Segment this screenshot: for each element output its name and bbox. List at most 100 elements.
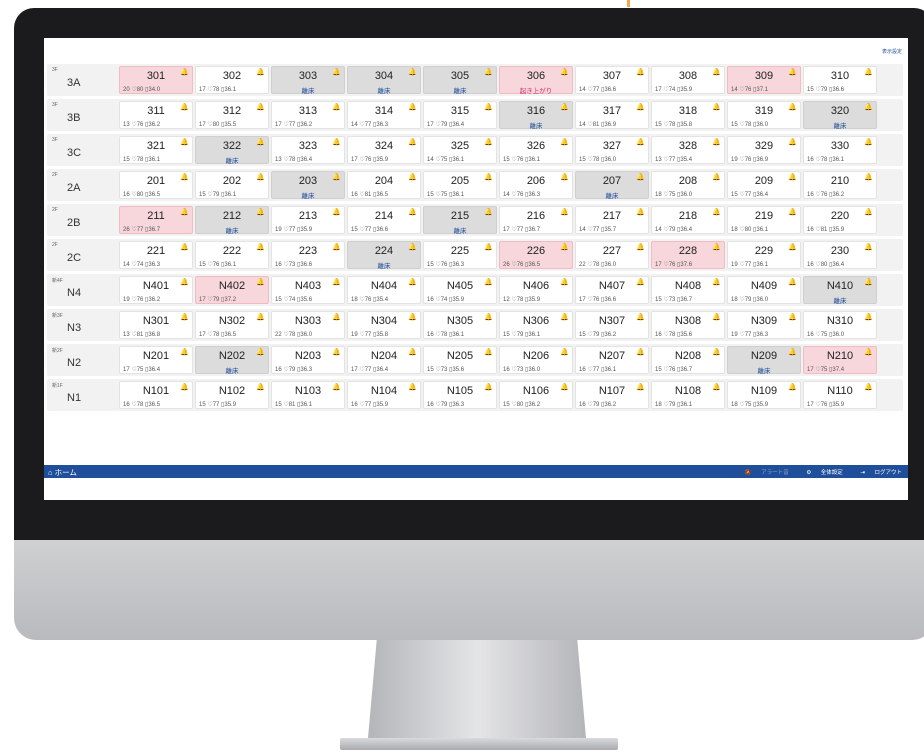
room-cell[interactable]: 228 🔔 17 ♡76 ▯37.6 [651,241,725,269]
room-cell[interactable]: N401 🔔 19 ♡76 ▯36.2 [119,276,193,304]
room-cell[interactable]: N308 🔔 16 ♡78 ▯35.6 [651,311,725,339]
bell-icon[interactable]: 🔔 [256,278,265,286]
room-cell[interactable]: 224 🔔 離床 [347,241,421,270]
room-cell[interactable]: 205 🔔 15 ♡75 ▯36.1 [423,171,497,199]
room-cell[interactable]: 316 🔔 離床 [499,101,573,130]
bell-icon[interactable]: 🔔 [484,103,493,111]
bell-icon[interactable]: 🔔 [788,348,797,356]
bell-icon[interactable]: 🔔 [180,138,189,146]
bell-icon[interactable]: 🔔 [180,313,189,321]
room-cell[interactable]: 306 🔔 起き上がり [499,66,573,95]
bell-icon[interactable]: 🔔 [636,68,645,76]
bell-icon[interactable]: 🔔 [180,208,189,216]
room-cell[interactable]: 206 🔔 14 ♡76 ▯36.3 [499,171,573,199]
bell-icon[interactable]: 🔔 [332,278,341,286]
room-cell[interactable]: N301 🔔 13 ♡81 ▯36.8 [119,311,193,339]
bell-icon[interactable]: 🔔 [712,208,721,216]
room-cell[interactable]: N408 🔔 15 ♡73 ▯36.7 [651,276,725,304]
room-cell[interactable]: N103 🔔 15 ♡81 ▯36.1 [271,381,345,409]
bell-icon[interactable]: 🔔 [408,243,417,251]
room-cell[interactable]: 307 🔔 14 ♡77 ▯36.6 [575,66,649,94]
room-cell[interactable]: 214 🔔 15 ♡77 ▯36.6 [347,206,421,234]
bell-icon[interactable]: 🔔 [560,313,569,321]
room-cell[interactable]: 317 🔔 14 ♡81 ▯36.9 [575,101,649,129]
bell-icon[interactable]: 🔔 [560,68,569,76]
room-cell[interactable]: 201 🔔 16 ♡80 ▯36.5 [119,171,193,199]
bell-icon[interactable]: 🔔 [636,208,645,216]
bell-icon[interactable]: 🔔 [180,173,189,181]
bell-icon[interactable]: 🔔 [256,348,265,356]
bell-icon[interactable]: 🔔 [408,138,417,146]
bell-icon[interactable]: 🔔 [332,208,341,216]
bell-icon[interactable]: 🔔 [788,138,797,146]
bell-icon[interactable]: 🔔 [788,68,797,76]
room-cell[interactable]: N108 🔔 18 ♡79 ▯36.1 [651,381,725,409]
bell-icon[interactable]: 🔔 [332,383,341,391]
bell-icon[interactable]: 🔔 [712,383,721,391]
room-cell[interactable]: 311 🔔 13 ♡76 ▯36.2 [119,101,193,129]
bell-icon[interactable]: 🔔 [864,243,873,251]
bell-icon[interactable]: 🔔 [180,103,189,111]
bell-icon[interactable]: 🔔 [560,243,569,251]
room-cell[interactable]: N104 🔔 16 ♡77 ▯35.9 [347,381,421,409]
bell-icon[interactable]: 🔔 [864,138,873,146]
room-cell[interactable]: 319 🔔 15 ♡78 ▯36.0 [727,101,801,129]
bell-icon[interactable]: 🔔 [484,243,493,251]
bell-icon[interactable]: 🔔 [408,173,417,181]
bell-icon[interactable]: 🔔 [560,278,569,286]
bell-icon[interactable]: 🔔 [484,313,493,321]
bell-icon[interactable]: 🔔 [180,68,189,76]
bell-icon[interactable]: 🔔 [864,103,873,111]
room-cell[interactable]: N109 🔔 18 ♡75 ▯35.9 [727,381,801,409]
bell-icon[interactable]: 🔔 [636,383,645,391]
room-cell[interactable]: N306 🔔 15 ♡79 ▯36.1 [499,311,573,339]
bell-icon[interactable]: 🔔 [560,103,569,111]
room-cell[interactable]: 216 🔔 17 ♡77 ▯36.7 [499,206,573,234]
room-cell[interactable]: 225 🔔 15 ♡76 ▯36.3 [423,241,497,269]
bell-icon[interactable]: 🔔 [712,103,721,111]
bell-icon[interactable]: 🔔 [864,208,873,216]
room-cell[interactable]: 202 🔔 15 ♡79 ▯36.1 [195,171,269,199]
room-cell[interactable]: N201 🔔 17 ♡75 ▯36.4 [119,346,193,374]
room-cell[interactable]: N406 🔔 12 ♡78 ▯35.9 [499,276,573,304]
bell-icon[interactable]: 🔔 [180,383,189,391]
bell-icon[interactable]: 🔔 [408,68,417,76]
room-cell[interactable]: N210 🔔 17 ♡75 ▯37.4 [803,346,877,374]
room-cell[interactable]: N410 🔔 離床 [803,276,877,305]
bell-icon[interactable]: 🔔 [332,173,341,181]
room-cell[interactable]: N309 🔔 19 ♡77 ▯36.3 [727,311,801,339]
bell-icon[interactable]: 🔔 [712,313,721,321]
room-cell[interactable]: 230 🔔 16 ♡80 ▯36.4 [803,241,877,269]
room-cell[interactable]: N204 🔔 17 ♡77 ▯36.4 [347,346,421,374]
bell-icon[interactable]: 🔔 [332,103,341,111]
bell-icon[interactable]: 🔔 [788,173,797,181]
bell-icon[interactable]: 🔔 [484,208,493,216]
bell-icon[interactable]: 🔔 [864,278,873,286]
room-cell[interactable]: 313 🔔 17 ♡77 ▯36.2 [271,101,345,129]
room-cell[interactable]: N305 🔔 16 ♡78 ▯36.1 [423,311,497,339]
room-cell[interactable]: 212 🔔 離床 [195,206,269,235]
bell-icon[interactable]: 🔔 [864,313,873,321]
bell-icon[interactable]: 🔔 [788,243,797,251]
room-cell[interactable]: N208 🔔 15 ♡76 ▯36.7 [651,346,725,374]
room-cell[interactable]: N102 🔔 15 ♡77 ▯35.9 [195,381,269,409]
room-cell[interactable]: N110 🔔 17 ♡76 ▯35.9 [803,381,877,409]
bell-icon[interactable]: 🔔 [560,173,569,181]
bell-icon[interactable]: 🔔 [788,383,797,391]
bell-icon[interactable]: 🔔 [864,348,873,356]
room-cell[interactable]: N402 🔔 17 ♡79 ▯37.2 [195,276,269,304]
bell-icon[interactable]: 🔔 [484,348,493,356]
room-cell[interactable]: 210 🔔 16 ♡76 ▯36.2 [803,171,877,199]
bell-icon[interactable]: 🔔 [712,138,721,146]
room-cell[interactable]: N304 🔔 19 ♡77 ▯35.8 [347,311,421,339]
logout-button[interactable]: ⇥ ログアウト [852,470,902,476]
bell-icon[interactable]: 🔔 [484,68,493,76]
bell-icon[interactable]: 🔔 [788,278,797,286]
room-cell[interactable]: 330 🔔 16 ♡78 ▯36.1 [803,136,877,164]
bell-icon[interactable]: 🔔 [256,103,265,111]
room-cell[interactable]: 220 🔔 16 ♡81 ▯35.9 [803,206,877,234]
room-cell[interactable]: 209 🔔 15 ♡77 ▯36.4 [727,171,801,199]
room-cell[interactable]: 304 🔔 離床 [347,66,421,95]
room-cell[interactable]: 303 🔔 離床 [271,66,345,95]
room-cell[interactable]: 301 🔔 20 ♡80 ▯34.0 [119,66,193,94]
